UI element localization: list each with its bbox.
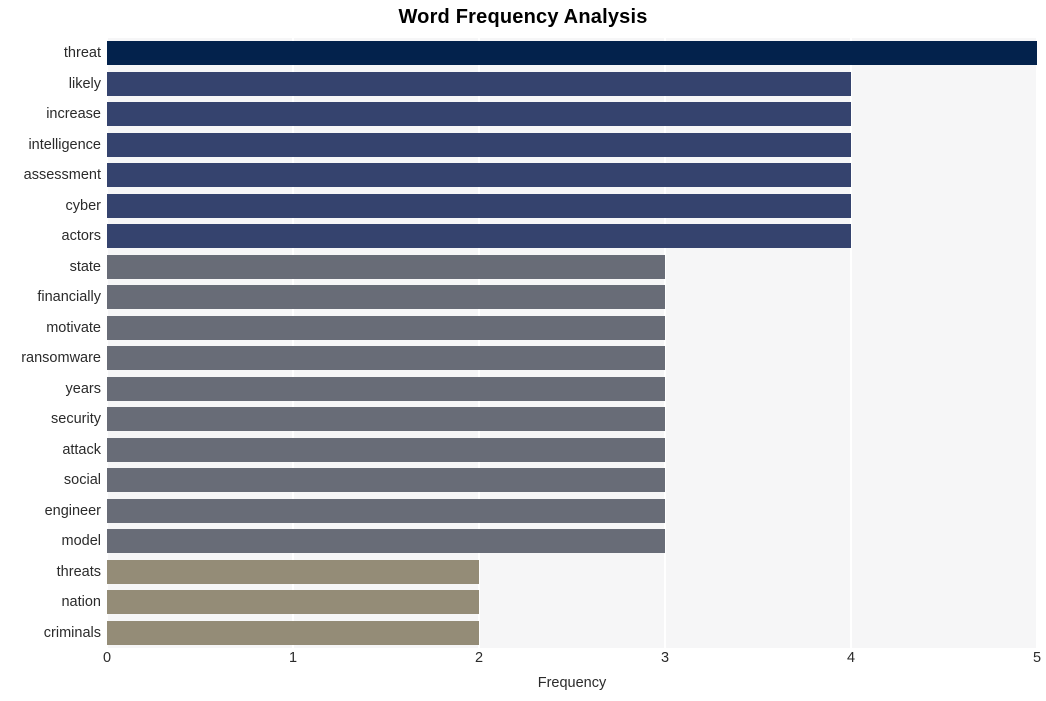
bar-row [107, 618, 1037, 649]
bar-social[interactable] [107, 468, 665, 493]
bar-years[interactable] [107, 376, 665, 401]
y-tick-actors: actors [61, 228, 102, 244]
bar-increase[interactable] [107, 102, 851, 127]
y-tick-criminals: criminals [43, 624, 101, 641]
bar-row [107, 191, 1037, 222]
bar-row [107, 99, 1037, 130]
chart-figure: Word Frequency Analysis threat likely incr… [0, 0, 1046, 701]
bar-model[interactable] [107, 529, 665, 554]
y-tick-social: social [63, 472, 101, 488]
y-tick-security: security [51, 411, 101, 427]
bar-row [107, 587, 1037, 618]
y-tick-threat: threat [63, 45, 101, 61]
bar-threat[interactable] [107, 41, 1037, 66]
bar-row [107, 496, 1037, 527]
x-tick-1: 1 [288, 650, 298, 666]
bar-nation[interactable] [107, 590, 479, 615]
bar-row [107, 404, 1037, 435]
bar-row [107, 221, 1037, 252]
y-tick-increase: increase [46, 106, 101, 122]
bar-row [107, 69, 1037, 100]
bar-row [107, 435, 1037, 466]
bar-row [107, 343, 1037, 374]
bar-row [107, 374, 1037, 405]
y-tick-nation: nation [61, 594, 101, 610]
y-tick-cyber: cyber [65, 197, 101, 214]
bar-assessment[interactable] [107, 163, 851, 188]
bar-state[interactable] [107, 254, 665, 279]
y-tick-ransomware: ransomware [21, 350, 101, 366]
y-tick-state: state [69, 258, 101, 275]
bar-ransomware[interactable] [107, 346, 665, 371]
x-tick-5: 5 [1032, 650, 1042, 666]
bar-row [107, 282, 1037, 313]
y-tick-engineer: engineer [44, 502, 101, 519]
plot-area [106, 38, 1038, 648]
bar-attack[interactable] [107, 437, 665, 462]
x-axis-title: Frequency [537, 675, 607, 691]
y-tick-model: model [61, 533, 102, 549]
y-tick-assessment: assessment [23, 167, 101, 183]
bar-intelligence[interactable] [107, 132, 851, 157]
bar-likely[interactable] [107, 71, 851, 96]
bar-row [107, 465, 1037, 496]
bar-row [107, 313, 1037, 344]
bar-row [107, 160, 1037, 191]
bar-criminals[interactable] [107, 620, 479, 645]
bar-threats[interactable] [107, 559, 479, 584]
bar-row [107, 38, 1037, 69]
y-tick-financially: financially [37, 289, 101, 305]
bar-actors[interactable] [107, 224, 851, 249]
bar-row [107, 130, 1037, 161]
y-tick-attack: attack [62, 441, 101, 458]
bar-security[interactable] [107, 407, 665, 432]
x-tick-2: 2 [474, 650, 484, 666]
y-tick-likely: likely [68, 75, 101, 92]
y-tick-threats: threats [56, 563, 101, 580]
y-tick-years: years [65, 380, 101, 397]
bar-series [107, 38, 1037, 648]
bar-cyber[interactable] [107, 193, 851, 218]
bar-financially[interactable] [107, 285, 665, 310]
bar-row [107, 557, 1037, 588]
x-axis-tick-labels: 0 1 2 3 4 5 [103, 650, 1041, 672]
y-tick-intelligence: intelligence [28, 136, 101, 153]
bar-row [107, 526, 1037, 557]
x-tick-0: 0 [102, 650, 112, 666]
bar-engineer[interactable] [107, 498, 665, 523]
chart-title: Word Frequency Analysis [398, 6, 648, 28]
y-tick-motivate: motivate [46, 319, 101, 336]
bar-motivate[interactable] [107, 315, 665, 340]
y-axis-tick-labels: threat likely increase intelligence assessme… [0, 38, 101, 648]
bar-row [107, 252, 1037, 283]
x-tick-3: 3 [660, 650, 670, 666]
x-tick-4: 4 [846, 650, 856, 666]
